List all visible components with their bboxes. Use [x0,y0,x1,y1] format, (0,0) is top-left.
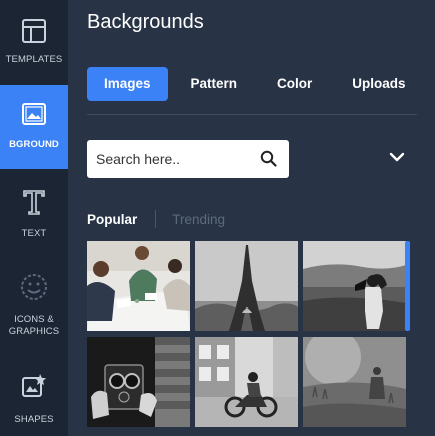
image-thumbnail[interactable] [195,337,298,427]
shapes-icon [20,372,48,400]
chevron-down-icon[interactable] [388,150,406,169]
smiley-icon [19,272,49,302]
tab-images[interactable]: Images [87,67,168,101]
image-thumbnail[interactable] [195,241,298,331]
image-thumbnail[interactable] [87,241,190,331]
sidebar-item-label: TEXT [21,228,47,239]
sidebar-item-icons-graphics[interactable]: ICONS & GRAPHICS [0,268,68,348]
tab-uploads[interactable]: Uploads [335,67,422,101]
search-input[interactable] [96,151,256,167]
sidebar-item-label: BGROUND [9,139,59,150]
image-thumbnail[interactable] [303,241,406,331]
sidebar-item-text[interactable]: TEXT [0,186,68,246]
scrollbar[interactable] [405,241,410,331]
templates-icon [21,18,47,44]
image-grid [87,241,409,436]
background-tabs: Images Pattern Color Uploads [87,67,429,101]
sidebar-item-label: ICONS & GRAPHICS [8,314,60,337]
search-icon[interactable] [260,150,277,172]
image-thumbnail[interactable] [87,337,190,427]
tab-pattern[interactable]: Pattern [174,67,255,101]
tabs-divider [87,114,417,115]
sidebar-item-label: TEMPLATES [5,54,63,65]
subtab-trending[interactable]: Trending [172,212,225,227]
sidebar-item-templates[interactable]: TEMPLATES [0,10,68,78]
panel-title: Backgrounds [87,11,204,33]
background-icon [21,101,47,127]
subtab-divider [155,210,157,228]
subtabs: Popular Trending [87,210,225,228]
sidebar-item-label: SHAPES [14,414,54,425]
search-box [87,140,289,178]
sidebar-item-shapes[interactable]: SHAPES [0,370,68,430]
tab-color[interactable]: Color [260,67,329,101]
sidebar-item-background[interactable]: BGROUND [0,85,68,169]
text-icon [21,188,47,216]
subtab-popular[interactable]: Popular [87,212,137,227]
sidebar: TEMPLATES BGROUND TEXT ICONS & GRAPHICS … [0,0,68,436]
image-thumbnail[interactable] [303,337,406,427]
